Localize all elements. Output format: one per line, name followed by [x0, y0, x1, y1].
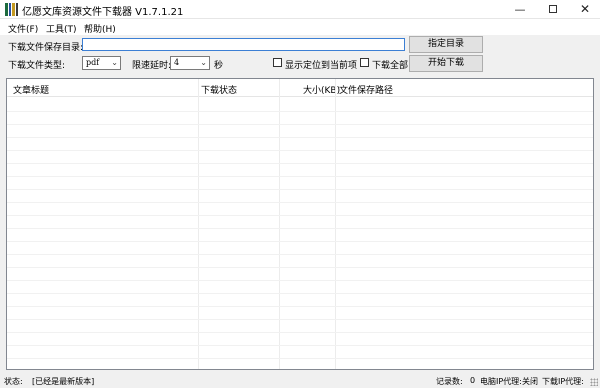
dir-input[interactable]	[82, 38, 405, 51]
delay-unit: 秒	[214, 61, 224, 71]
minimize-icon: —	[514, 3, 526, 16]
row-line	[7, 306, 593, 307]
download-list[interactable]: 文章标题 下载状态 大小(KB) 文件保存路径	[6, 78, 594, 370]
row-line	[7, 358, 593, 359]
row-line	[7, 163, 593, 164]
menu-tools[interactable]: 工具(T)	[46, 22, 77, 35]
show-current-label[interactable]: 显示定位到当前项	[285, 58, 357, 71]
column-path[interactable]: 文件保存路径	[339, 83, 393, 96]
download-proxy-label: 下载IP代理:	[542, 377, 584, 386]
records-value: 0	[470, 376, 476, 385]
status-label: 状态:	[4, 377, 23, 386]
status-value: [已经是最新版本]	[32, 377, 95, 386]
delay-select-value: 4	[174, 58, 180, 67]
maximize-button[interactable]	[538, 0, 568, 19]
column-divider	[279, 79, 280, 369]
column-title[interactable]: 文章标题	[13, 83, 49, 96]
column-divider	[335, 79, 336, 369]
status-bar: 状态: [已经是最新版本] 记录数: 0 电脑IP代理: 关闭 下载IP代理:	[0, 372, 600, 388]
download-all-label[interactable]: 下载全部	[372, 58, 408, 71]
row-line	[7, 124, 593, 125]
row-line	[7, 293, 593, 294]
row-line	[7, 215, 593, 216]
row-line	[7, 280, 593, 281]
delay-select[interactable]: 4 ⌄	[170, 56, 210, 70]
delay-label: 限速延时:	[132, 61, 172, 71]
close-button[interactable]: ✕	[570, 0, 600, 19]
row-line	[7, 228, 593, 229]
row-line	[7, 202, 593, 203]
menu-help[interactable]: 帮助(H)	[84, 22, 116, 35]
minimize-button[interactable]: —	[505, 0, 535, 19]
start-download-button[interactable]: 开始下载	[409, 55, 483, 72]
choose-dir-button[interactable]: 指定目录	[409, 36, 483, 53]
chevron-down-icon: ⌄	[111, 58, 118, 67]
type-label: 下载文件类型:	[8, 61, 66, 71]
column-status[interactable]: 下载状态	[201, 83, 237, 96]
pc-proxy-label: 电脑IP代理:	[480, 377, 522, 386]
chevron-down-icon: ⌄	[200, 58, 207, 67]
row-line	[7, 254, 593, 255]
close-icon: ✕	[579, 2, 591, 16]
row-line	[7, 345, 593, 346]
row-line	[7, 137, 593, 138]
books-icon	[5, 3, 19, 16]
row-line	[7, 150, 593, 151]
menu-bar: 文件(F) 工具(T) 帮助(H)	[0, 19, 600, 35]
row-line	[7, 267, 593, 268]
type-select[interactable]: pdf ⌄	[82, 56, 121, 70]
title-bar[interactable]: 亿愿文库资源文件下载器 V1.7.1.21 — ✕	[0, 0, 600, 19]
row-line	[7, 176, 593, 177]
dir-label: 下载文件保存目录:	[8, 43, 84, 53]
row-line	[7, 241, 593, 242]
column-divider	[198, 79, 199, 369]
show-current-checkbox[interactable]	[273, 58, 282, 67]
row-line	[7, 332, 593, 333]
menu-file[interactable]: 文件(F)	[8, 22, 38, 35]
table-header: 文章标题 下载状态 大小(KB) 文件保存路径	[7, 79, 593, 97]
type-select-value: pdf	[86, 58, 100, 67]
records-label: 记录数:	[436, 377, 463, 386]
row-line	[7, 189, 593, 190]
pc-proxy-value: 关闭	[522, 377, 538, 386]
download-all-checkbox[interactable]	[360, 58, 369, 67]
window-title: 亿愿文库资源文件下载器 V1.7.1.21	[22, 7, 184, 18]
row-line	[7, 111, 593, 112]
row-line	[7, 319, 593, 320]
resize-grip-icon[interactable]	[590, 378, 598, 386]
maximize-icon	[549, 5, 557, 13]
